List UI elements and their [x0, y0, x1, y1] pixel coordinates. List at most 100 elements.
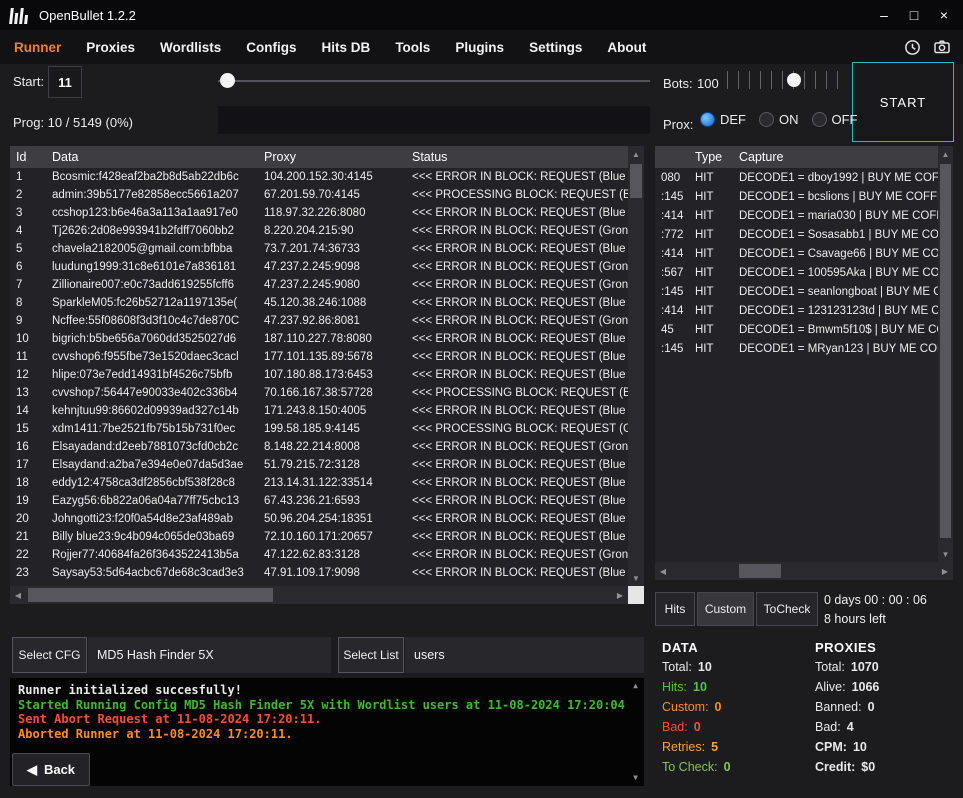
cell-type: HIT [689, 248, 733, 260]
result-row[interactable]: 14kehnjtuu99:86602d09939ad327c14b171.243… [10, 402, 628, 420]
proxy-mode-on-radio[interactable]: ON [759, 112, 799, 127]
hits-vertical-scrollbar[interactable]: ▲ ▼ [938, 146, 953, 562]
maximize-icon[interactable]: □ [899, 0, 929, 30]
hit-row[interactable]: 080HITDECODE1 = dboy1992 | BUY ME COFFEE [655, 168, 938, 187]
scroll-down-icon[interactable]: ▼ [938, 546, 953, 562]
hit-row[interactable]: :414HITDECODE1 = Csavage66 | BUY ME COFF… [655, 244, 938, 263]
scroll-right-icon[interactable]: ▶ [612, 586, 628, 604]
scroll-thumb[interactable] [28, 588, 273, 602]
result-row[interactable]: 17Elsaydand:a2ba7e394e0e07da5d3ae51.79.2… [10, 456, 628, 474]
hit-row[interactable]: :772HITDECODE1 = Sosasabb1 | BUY ME COFF… [655, 225, 938, 244]
cell-port: :145 [655, 286, 689, 298]
log-scrollbar[interactable]: ▲ ▼ [629, 680, 642, 784]
result-row[interactable]: 3ccshop123:b6e46a3a113a1aa917e0118.97.32… [10, 204, 628, 222]
result-row[interactable]: 11cvvshop6:f955fbe73e1520daec3cacl177.10… [10, 348, 628, 366]
results-vertical-scrollbar[interactable]: ▲ ▼ [628, 146, 644, 586]
tab-tocheck[interactable]: ToCheck [756, 592, 818, 626]
menu-item-runner[interactable]: Runner [14, 40, 61, 55]
select-list-button[interactable]: Select List [338, 637, 404, 673]
menu-item-plugins[interactable]: Plugins [455, 40, 504, 55]
scroll-up-icon[interactable]: ▲ [628, 146, 644, 162]
result-row[interactable]: 7Zillionaire007:e0c73add619255fcff647.23… [10, 276, 628, 294]
cell-proxy: 47.237.2.245:9098 [258, 261, 406, 273]
stat-label: CPM: [815, 740, 847, 754]
result-row[interactable]: 6luudung1999:31c8e6101e7a83618147.237.2.… [10, 258, 628, 276]
proxy-mode-def-radio[interactable]: DEF [700, 112, 746, 127]
result-row[interactable]: 9Ncffee:55f08608f3d3f10c4c7de870C47.237.… [10, 312, 628, 330]
cell-id: 5 [10, 243, 46, 255]
menu-item-settings[interactable]: Settings [529, 40, 582, 55]
cell-port: :772 [655, 229, 689, 241]
screenshot-camera-icon[interactable] [931, 36, 953, 58]
cell-data: Saysay53:5d64acbc67de68c3cad3e3 [46, 567, 258, 579]
results-horizontal-scrollbar[interactable]: ◀ ▶ [10, 586, 628, 604]
start-count-input[interactable]: 11 [48, 66, 82, 98]
scroll-left-icon[interactable]: ◀ [655, 562, 671, 580]
cell-proxy: 104.200.152.30:4145 [258, 171, 406, 183]
cell-type: HIT [689, 172, 733, 184]
cell-status: <<< ERROR IN BLOCK: REQUEST (Blue [406, 495, 628, 507]
result-row[interactable]: 22Rojjer77:40684fa26f3643522413b5a47.122… [10, 546, 628, 564]
tab-hits[interactable]: Hits [655, 592, 695, 626]
stat-value: $0 [861, 760, 875, 774]
result-row[interactable]: 21Billy blue23:9c4b094c065de03ba6972.10.… [10, 528, 628, 546]
select-cfg-button[interactable]: Select CFG [12, 637, 87, 673]
scroll-up-icon[interactable]: ▲ [938, 146, 953, 162]
bots-slider-handle[interactable] [787, 73, 801, 87]
scroll-thumb[interactable] [739, 564, 781, 578]
result-row[interactable]: 19Eazyg56:6b822a06a04a77ff75cbc1367.43.2… [10, 492, 628, 510]
start-button[interactable]: START [852, 62, 954, 142]
scroll-down-icon[interactable]: ▼ [629, 772, 642, 784]
slider-track [218, 80, 650, 82]
hit-row[interactable]: :145HITDECODE1 = MRyan123 | BUY ME COFFE… [655, 339, 938, 358]
scroll-track[interactable] [671, 562, 937, 580]
result-row[interactable]: 1Bcosmic:f428eaf2ba2b8d5ab22db6c104.200.… [10, 168, 628, 186]
result-row[interactable]: 2admin:39b5177e82858ecc5661a20767.201.59… [10, 186, 628, 204]
hit-row[interactable]: :567HITDECODE1 = 100595Aka | BUY ME COFF… [655, 263, 938, 282]
hit-row[interactable]: 45HITDECODE1 = Bmwm5f10$ | BUY ME COFFE [655, 320, 938, 339]
result-row[interactable]: 12hlipe:073e7edd14931bf4526c75bfb107.180… [10, 366, 628, 384]
scroll-left-icon[interactable]: ◀ [10, 586, 26, 604]
result-row[interactable]: 23Saysay53:5d64acbc67de68c3cad3e347.91.1… [10, 564, 628, 582]
result-row[interactable]: 4Tj2626:2d08e993941b2fdff7060bb28.220.20… [10, 222, 628, 240]
result-row[interactable]: 13cvvshop7:56447e90033e402c336b470.166.1… [10, 384, 628, 402]
hit-row[interactable]: :145HITDECODE1 = bcslions | BUY ME COFFE… [655, 187, 938, 206]
scroll-track[interactable] [26, 586, 612, 604]
tab-custom[interactable]: Custom [697, 592, 754, 626]
hits-horizontal-scrollbar[interactable]: ◀ ▶ [655, 562, 953, 580]
result-row[interactable]: 20Johngotti23:f20f0a54d8e23af489ab50.96.… [10, 510, 628, 528]
cell-proxy: 118.97.32.226:8080 [258, 207, 406, 219]
hit-row[interactable]: :145HITDECODE1 = seanlongboat | BUY ME C… [655, 282, 938, 301]
bots-slider[interactable] [727, 67, 845, 93]
menu-item-tools[interactable]: Tools [395, 40, 430, 55]
cell-id: 7 [10, 279, 46, 291]
hit-row[interactable]: :414HITDECODE1 = 123123123td | BUY ME CO… [655, 301, 938, 320]
cell-id: 1 [10, 171, 46, 183]
progress-slider[interactable] [218, 71, 650, 91]
back-button[interactable]: ◀ Back [12, 753, 90, 786]
menu-item-hits-db[interactable]: Hits DB [322, 40, 371, 55]
result-row[interactable]: 16Elsayadand:d2eeb7881073cfd0cb2c8.148.2… [10, 438, 628, 456]
scroll-thumb[interactable] [630, 164, 642, 198]
slider-handle[interactable] [220, 73, 235, 88]
result-row[interactable]: 10bigrich:b5be656a7060dd3525027d6187.110… [10, 330, 628, 348]
cell-status: <<< ERROR IN BLOCK: REQUEST (Blue [406, 513, 628, 525]
scroll-thumb[interactable] [940, 164, 951, 538]
result-row[interactable]: 5chavela2182005@gmail.com:bfbba73.7.201.… [10, 240, 628, 258]
scroll-up-icon[interactable]: ▲ [629, 680, 642, 692]
result-row[interactable]: 15xdm1411:7be2521fb75b15b731f0ec199.58.1… [10, 420, 628, 438]
minimize-icon[interactable]: – [869, 0, 899, 30]
scroll-right-icon[interactable]: ▶ [937, 562, 953, 580]
menu-item-configs[interactable]: Configs [246, 40, 296, 55]
menu-item-about[interactable]: About [607, 40, 646, 55]
stat-value: 0 [724, 760, 731, 774]
proxy-mode-off-radio[interactable]: OFF [812, 112, 858, 127]
menu-item-wordlists[interactable]: Wordlists [160, 40, 221, 55]
result-row[interactable]: 18eddy12:4758ca3df2856cbf538f28c8213.14.… [10, 474, 628, 492]
menu-item-proxies[interactable]: Proxies [86, 40, 135, 55]
history-clock-icon[interactable] [901, 36, 923, 58]
close-icon[interactable]: × [929, 0, 959, 30]
hit-row[interactable]: :414HITDECODE1 = maria030 | BUY ME COFFE… [655, 206, 938, 225]
scroll-down-icon[interactable]: ▼ [628, 570, 644, 586]
result-row[interactable]: 8SparkleM05:fc26b52712a1197135e(45.120.3… [10, 294, 628, 312]
